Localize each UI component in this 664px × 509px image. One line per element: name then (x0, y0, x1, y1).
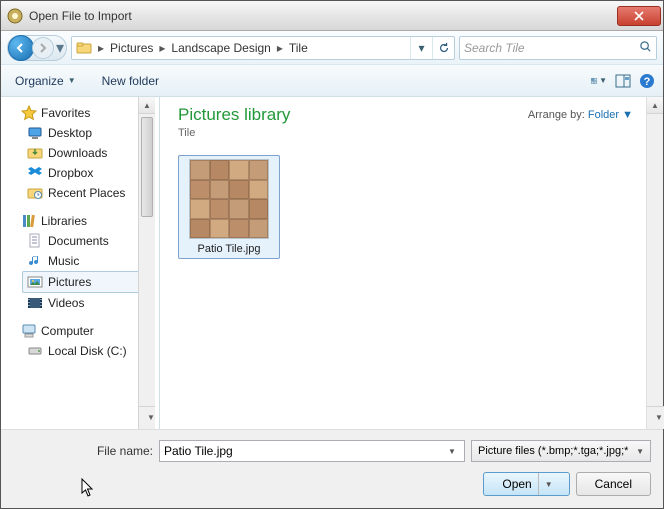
content-scrollbar[interactable]: ▲ ▼ (646, 97, 663, 429)
tree-dropbox[interactable]: Dropbox (7, 163, 155, 183)
music-icon (27, 253, 43, 269)
dialog-footer: File name: Patio Tile.jpg ▼ Picture file… (1, 429, 663, 508)
forward-button[interactable] (32, 37, 54, 59)
nav-tree: Favorites Desktop Downloads Dropbox Rece… (1, 97, 155, 429)
videos-icon (27, 295, 43, 311)
open-split-dropdown[interactable]: ▼ (538, 473, 561, 495)
documents-icon (27, 233, 43, 249)
filename-label: File name: (13, 444, 153, 458)
view-mode-button[interactable]: ▼ (591, 73, 607, 89)
scroll-up-icon[interactable]: ▲ (139, 97, 155, 114)
arrow-left-icon (15, 42, 27, 54)
app-icon (7, 8, 23, 24)
file-label: Patio Tile.jpg (198, 243, 261, 255)
breadcrumb-pictures[interactable]: Pictures (106, 37, 157, 59)
tree-favorites[interactable]: Favorites (7, 103, 155, 123)
desktop-icon (27, 125, 43, 141)
file-item-patio-tile[interactable]: Patio Tile.jpg (178, 155, 280, 259)
help-button[interactable]: ? (639, 73, 655, 89)
pictures-icon (27, 274, 43, 290)
breadcrumb-bar[interactable]: ▸ Pictures ▸ Landscape Design ▸ Tile ▾ (71, 36, 455, 60)
organize-menu[interactable]: Organize ▼ (9, 70, 82, 92)
refresh-button[interactable] (432, 37, 454, 59)
downloads-icon (27, 145, 43, 161)
recent-icon (27, 185, 43, 201)
file-dialog-window: Open File to Import ▾ ▸ Pictures ▸ Lands… (0, 0, 664, 509)
svg-text:?: ? (644, 76, 651, 88)
tree-videos[interactable]: Videos (7, 293, 155, 313)
chevron-right-icon[interactable]: ▸ (96, 41, 106, 55)
content-pane: Pictures library Tile Arrange by: Folder… (159, 97, 663, 429)
history-dropdown[interactable]: ▾ (54, 38, 66, 58)
scroll-down-icon[interactable]: ▼ (647, 406, 664, 429)
content-header: Pictures library Tile Arrange by: Folder… (160, 97, 663, 145)
chevron-right-icon[interactable]: ▸ (157, 41, 167, 55)
star-icon (21, 105, 37, 121)
nav-history-buttons: ▾ (7, 35, 67, 61)
breadcrumb-landscape[interactable]: Landscape Design (167, 37, 274, 59)
tree-desktop[interactable]: Desktop (7, 123, 155, 143)
file-list[interactable]: Patio Tile.jpg (160, 145, 663, 429)
toolbar-view-icons: ▼ ? (591, 73, 655, 89)
breadcrumb-tile[interactable]: Tile (285, 37, 312, 59)
back-button[interactable] (8, 35, 34, 61)
tree-computer[interactable]: Computer (7, 321, 155, 341)
search-icon (639, 40, 652, 56)
tree-local-disk[interactable]: Local Disk (C:) (7, 341, 155, 361)
file-thumbnail (189, 159, 269, 239)
tree-libraries[interactable]: Libraries (7, 211, 155, 231)
main-area: Favorites Desktop Downloads Dropbox Rece… (1, 97, 663, 429)
computer-icon (21, 323, 37, 339)
new-folder-button[interactable]: New folder (96, 70, 165, 92)
preview-pane-button[interactable] (615, 73, 631, 89)
folder-icon (76, 40, 92, 56)
search-placeholder: Search Tile (464, 41, 525, 55)
navbar: ▾ ▸ Pictures ▸ Landscape Design ▸ Tile ▾… (1, 31, 663, 65)
close-icon (634, 11, 644, 21)
libraries-icon (21, 213, 37, 229)
filename-input[interactable]: Patio Tile.jpg ▼ (159, 440, 465, 462)
scroll-up-icon[interactable]: ▲ (647, 97, 663, 114)
search-input[interactable]: Search Tile (459, 36, 657, 60)
tree-scrollbar[interactable]: ▲ ▼ (138, 97, 155, 429)
dropbox-icon (27, 165, 43, 181)
filename-dropdown[interactable]: ▼ (444, 441, 460, 461)
thumbnails-icon (591, 73, 597, 89)
tree-documents[interactable]: Documents (7, 231, 155, 251)
breadcrumb-dropdown[interactable]: ▾ (410, 37, 432, 59)
library-subtitle: Tile (178, 127, 651, 139)
titlebar: Open File to Import (1, 1, 663, 31)
filetype-dropdown[interactable]: Picture files (*.bmp;*.tga;*.jpg;* ▼ (471, 440, 651, 462)
open-button[interactable]: Open ▼ (483, 472, 569, 496)
window-title: Open File to Import (29, 9, 617, 23)
refresh-icon (438, 42, 450, 54)
tree-pictures[interactable]: Pictures (22, 271, 155, 293)
arrow-right-icon (37, 42, 49, 54)
toolbar: Organize ▼ New folder ▼ ? (1, 65, 663, 97)
preview-pane-icon (615, 73, 631, 89)
arrange-by-dropdown[interactable]: Folder ▼ (588, 109, 633, 121)
arrange-by: Arrange by: Folder ▼ (528, 109, 633, 121)
tree-downloads[interactable]: Downloads (7, 143, 155, 163)
tree-music[interactable]: Music (7, 251, 155, 271)
close-button[interactable] (617, 6, 661, 26)
disk-icon (27, 343, 43, 359)
cursor-icon (81, 478, 97, 498)
chevron-right-icon[interactable]: ▸ (275, 41, 285, 55)
tree-recent-places[interactable]: Recent Places (7, 183, 155, 203)
cancel-button[interactable]: Cancel (576, 472, 651, 496)
scroll-thumb[interactable] (141, 117, 153, 217)
scroll-down-icon[interactable]: ▼ (139, 406, 155, 429)
help-icon: ? (639, 73, 655, 89)
